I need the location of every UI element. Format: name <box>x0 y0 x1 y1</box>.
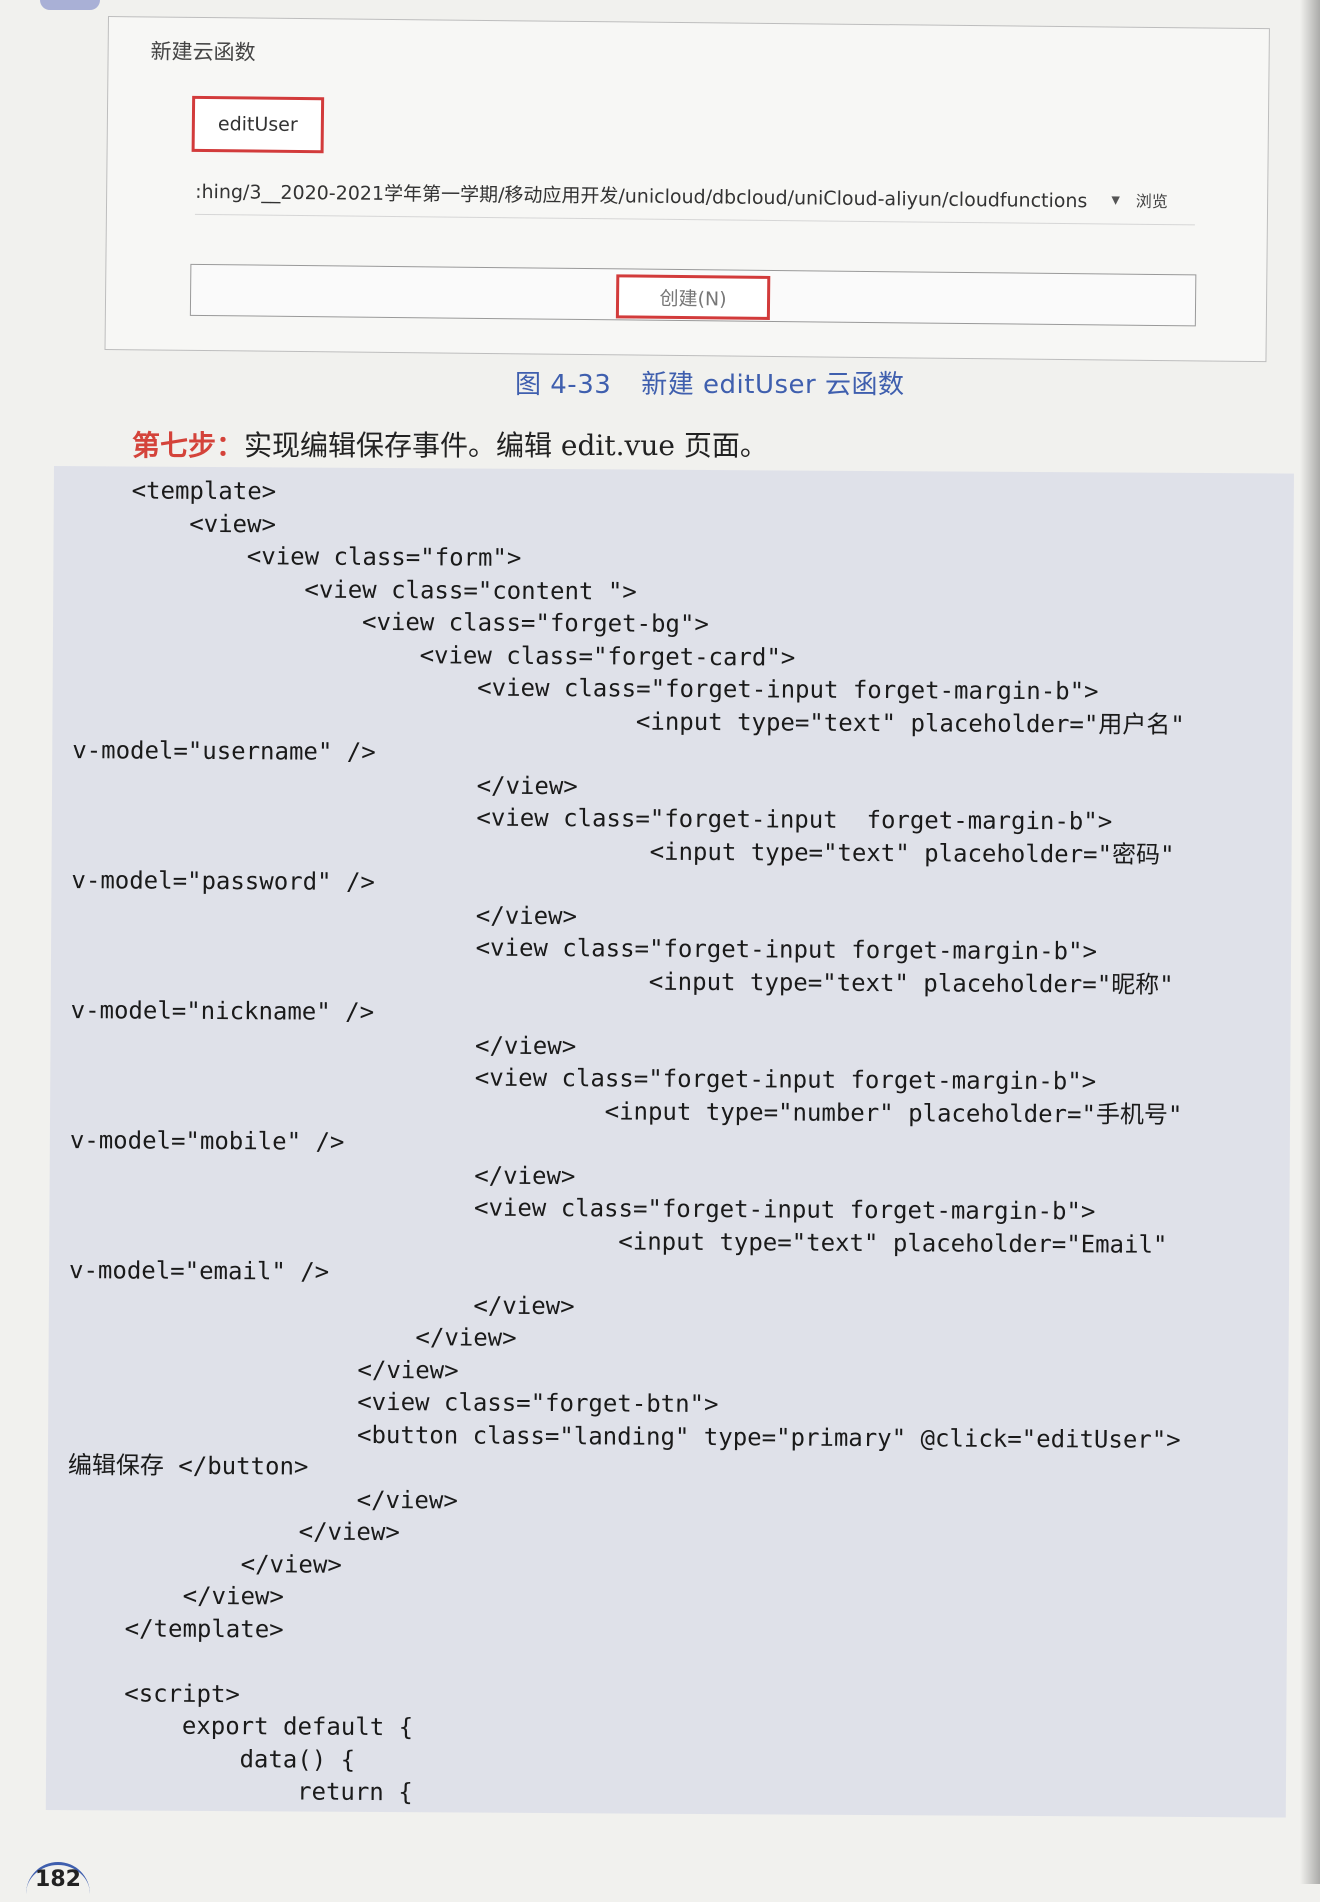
code-line: <view class="forget-input forget-margin-… <box>70 1061 1097 1096</box>
code-line: </view> <box>68 1353 459 1384</box>
code-line: <template> <box>73 476 277 506</box>
code-line: <view class="forget-input forget-margin-… <box>71 801 1113 836</box>
code-line: <input type="text" placeholder="用户名" <box>72 703 1185 739</box>
code-line: </view> <box>71 898 578 930</box>
code-line: <view class="forget-input forget-margin-… <box>72 671 1099 706</box>
code-line: <script> <box>66 1678 240 1708</box>
dialog-title: 新建云函数 <box>150 39 256 65</box>
code-line: </view> <box>67 1516 400 1547</box>
code-line: <input type="number" placeholder="手机号" <box>69 1093 1183 1129</box>
code-line: <view class="form"> <box>73 541 522 572</box>
code-line: <view class="forget-bg"> <box>72 606 709 639</box>
step-label: 第七步： <box>132 429 245 462</box>
page-corner-decoration <box>40 0 100 10</box>
code-line: <button class="landing" type="primary" @… <box>68 1418 1181 1454</box>
browse-button[interactable]: 浏览 <box>1136 188 1168 212</box>
step-text: 实现编辑保存事件。编辑 edit.vue 页面。 <box>244 429 768 462</box>
code-line: </view> <box>67 1581 284 1611</box>
step-instruction: 第七步：实现编辑保存事件。编辑 edit.vue 页面。 <box>132 424 768 464</box>
code-line: export default { <box>66 1711 414 1742</box>
create-button[interactable]: 创建(N) <box>615 274 771 320</box>
code-line: return { <box>65 1776 413 1807</box>
code-line: </view> <box>71 768 578 800</box>
code-line: <view class="forget-btn"> <box>68 1386 719 1419</box>
figure-caption-text: 新建 editUser 云函数 <box>641 370 905 400</box>
dialog-footer: 创建(N) <box>189 263 1197 327</box>
code-line: </view> <box>67 1548 342 1579</box>
path-value: :hing/3__2020-2021学年第一学期/移动应用开发/unicloud… <box>195 180 1088 212</box>
code-line: </view> <box>67 1483 458 1514</box>
code-line: <view> <box>73 508 277 538</box>
path-select[interactable]: :hing/3__2020-2021学年第一学期/移动应用开发/unicloud… <box>194 165 1196 226</box>
page-gutter-shadow <box>1300 0 1320 1884</box>
figure-caption: 图 4-33 新建 editUser 云函数 <box>515 364 905 401</box>
code-line: data() { <box>66 1743 356 1774</box>
code-line: <view class="forget-input forget-margin-… <box>70 931 1098 966</box>
code-line: </view> <box>70 1028 577 1060</box>
new-cloud-function-dialog: 新建云函数 editUser :hing/3__2020-2021学年第一学期/… <box>104 16 1270 363</box>
page-number: 182 <box>26 1862 90 1902</box>
code-line: </view> <box>68 1321 517 1352</box>
code-line: 编辑保存 </button> <box>67 1451 309 1481</box>
code-line: <view class="forget-input forget-margin-… <box>69 1191 1096 1226</box>
code-line: v-model="nickname" /> <box>70 996 375 1026</box>
code-line: </view> <box>68 1288 575 1320</box>
code-line: v-model="mobile" /> <box>69 1126 345 1156</box>
chevron-down-icon[interactable]: ▼ <box>1111 193 1120 206</box>
code-line: v-model="username" /> <box>72 736 376 766</box>
code-line: <view class="forget-card"> <box>72 638 796 672</box>
code-line: </template> <box>66 1613 284 1643</box>
code-line: v-model="password" /> <box>71 866 375 896</box>
code-line: <input type="text" placeholder="昵称" <box>70 963 1174 999</box>
code-line: <input type="text" placeholder="密码" <box>71 833 1175 869</box>
function-name-value: editUser <box>217 113 298 136</box>
code-line: </view> <box>69 1158 576 1190</box>
code-listing: <template> <view> <view class="form"> <v… <box>45 466 1294 1818</box>
code-line: <input type="text" placeholder="Email" <box>69 1223 1168 1259</box>
code-line: v-model="email" /> <box>69 1256 330 1286</box>
function-name-input[interactable]: editUser <box>191 95 325 154</box>
code-line: <view class="content "> <box>73 573 637 606</box>
figure-number: 图 4-33 <box>515 370 612 400</box>
